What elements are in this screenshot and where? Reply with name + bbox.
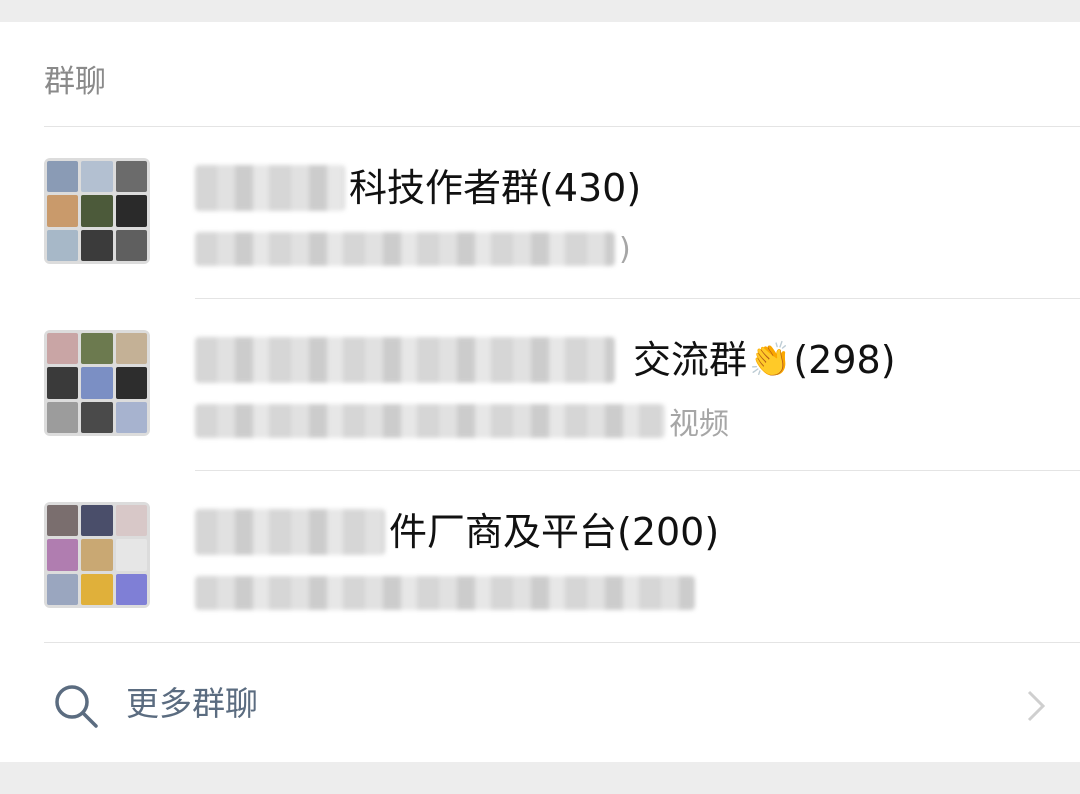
avatar-tile (47, 161, 79, 193)
group-chat-card: 群聊 科技作者群(430) ) 交流群 👏 (298) 视频 件厂商及平台(20… (0, 22, 1080, 762)
avatar-tile (81, 195, 113, 227)
group-subtitle (195, 570, 699, 616)
group-title: 科技作者群(430) (195, 160, 641, 216)
avatar-tile (81, 367, 113, 399)
group-subtitle: ) (195, 226, 631, 272)
group-avatar (44, 158, 150, 264)
redacted-text (195, 232, 615, 266)
clap-emoji: 👏 (749, 340, 792, 380)
search-icon (52, 682, 100, 734)
avatar-tile (115, 505, 147, 537)
group-row-1[interactable]: 科技作者群(430) ) (0, 128, 1080, 298)
more-group-chats-button[interactable]: 更多群聊 (0, 644, 1080, 762)
avatar-tile (115, 401, 147, 433)
group-subtitle-text: 视频 (669, 407, 729, 442)
avatar-tile (47, 573, 79, 605)
avatar-tile (81, 161, 113, 193)
group-title: 件厂商及平台(200) (195, 504, 719, 560)
avatar-tile (81, 573, 113, 605)
avatar-tile (47, 195, 79, 227)
avatar-tile (47, 333, 79, 365)
divider (195, 470, 1080, 471)
avatar-tile (81, 401, 113, 433)
avatar-tile (47, 539, 79, 571)
group-avatar (44, 330, 150, 436)
avatar-tile (47, 367, 79, 399)
avatar-tile (115, 539, 147, 571)
avatar-tile (47, 505, 79, 537)
avatar-tile (81, 505, 113, 537)
avatar-tile (115, 161, 147, 193)
member-count: (298) (793, 338, 896, 382)
redacted-text (195, 509, 385, 555)
chevron-right-icon (1026, 689, 1046, 727)
avatar-tile (115, 333, 147, 365)
group-title: 交流群 👏 (298) (195, 332, 896, 388)
avatar-tile (47, 229, 79, 261)
more-group-chats-label: 更多群聊 (126, 684, 258, 723)
group-name: 交流群 (633, 338, 748, 382)
redacted-text (195, 576, 695, 610)
avatar-tile (115, 367, 147, 399)
avatar-tile (81, 333, 113, 365)
section-title: 群聊 (44, 64, 106, 100)
group-subtitle: 视频 (195, 398, 729, 444)
redacted-text (195, 165, 345, 211)
group-name: 件厂商及平台(200) (389, 510, 720, 554)
group-subtitle-text: ) (619, 231, 631, 267)
divider (44, 126, 1080, 127)
avatar-tile (81, 539, 113, 571)
avatar-tile (81, 229, 113, 261)
divider (195, 298, 1080, 299)
group-avatar (44, 502, 150, 608)
group-row-2[interactable]: 交流群 👏 (298) 视频 (0, 300, 1080, 470)
group-row-3[interactable]: 件厂商及平台(200) (0, 472, 1080, 642)
avatar-tile (47, 401, 79, 433)
avatar-tile (115, 229, 147, 261)
redacted-text (195, 337, 615, 383)
avatar-tile (115, 573, 147, 605)
divider (44, 642, 1080, 643)
redacted-text (195, 404, 665, 438)
avatar-tile (115, 195, 147, 227)
group-name: 科技作者群(430) (349, 166, 642, 210)
